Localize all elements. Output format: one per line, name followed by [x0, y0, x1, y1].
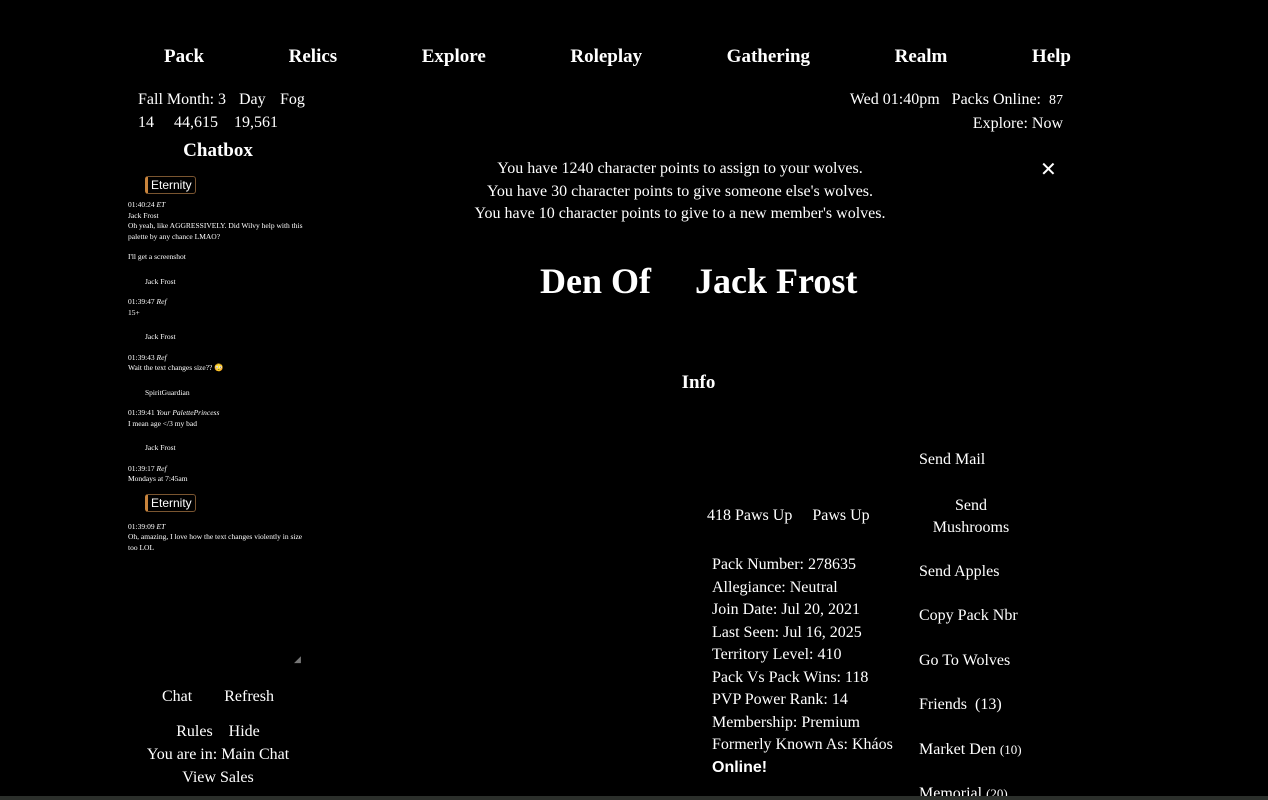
info-heading: Info — [681, 372, 716, 393]
bottom-scroll-edge — [0, 796, 1268, 800]
day-value: 14 — [138, 114, 154, 131]
copy-pack-number-button[interactable]: Copy Pack Nbr — [919, 607, 1018, 625]
count-a: 44,615 — [174, 114, 218, 131]
den-title: Den Of Jack Frost — [540, 260, 857, 302]
chat-button[interactable]: Chat — [148, 688, 206, 705]
chat-author[interactable]: Jack Frost — [145, 277, 303, 288]
page: Pack Relics Explore Roleplay Gathering R… — [0, 0, 1268, 800]
packs-online-label: Packs Online: — [951, 91, 1041, 108]
nav-realm[interactable]: Realm — [861, 46, 982, 68]
formerly-known-as: Formerly Known As: Kháos — [712, 736, 893, 753]
friends-button[interactable]: Friends (13) — [919, 696, 1002, 714]
send-mail-button[interactable]: Send Mail — [919, 451, 985, 469]
rules-button[interactable]: Rules — [170, 723, 218, 740]
join-date: Join Date: Jul 20, 2021 — [712, 601, 860, 618]
chat-message: 01:39:17 Ref Mondays at 7:45am — [128, 463, 188, 484]
den-prefix: Den Of — [540, 261, 651, 301]
nav-explore[interactable]: Explore — [388, 46, 520, 68]
packs-online-value: 87 — [1049, 93, 1063, 108]
nav-help[interactable]: Help — [998, 46, 1105, 68]
chat-message: 01:40:24 ET Jack Frost Oh yeah, like AGG… — [128, 200, 303, 261]
pack-number: Pack Number: 278635 — [712, 556, 856, 573]
last-seen: Last Seen: Jul 16, 2025 — [712, 623, 862, 641]
chat-location: You are in: Main Chat — [146, 746, 290, 763]
chat-controls-2: Rules Hide — [128, 723, 308, 741]
user-tag[interactable]: Eternity — [145, 493, 196, 512]
hide-button[interactable]: Hide — [223, 723, 266, 740]
chat-message: 01:39:47 Ref 15+ — [128, 297, 167, 317]
nav-pack[interactable]: Pack — [130, 46, 238, 68]
explore-status[interactable]: Explore: Now — [850, 112, 1063, 135]
chat-message: 01:39:43 Ref Wait the text changes size?… — [128, 352, 224, 373]
paws-up-button[interactable]: Paws Up — [812, 507, 869, 524]
online-status: Online! — [712, 758, 768, 776]
chat-controls: Chat Refresh — [128, 688, 308, 706]
pvp-wins: Pack Vs Pack Wins: 118 — [712, 668, 869, 686]
allegiance: Allegiance: Neutral — [712, 578, 838, 596]
chat-log[interactable]: Eternity 01:40:24 ET Jack Frost Oh yeah,… — [128, 176, 303, 553]
pack-details: Pack Number: 278635 Allegiance: Neutral … — [712, 554, 893, 779]
send-mushrooms-button[interactable]: Send Mushrooms — [931, 495, 1011, 539]
membership: Membership: Premium — [712, 713, 860, 731]
day-label: Day — [239, 91, 266, 108]
chat-author[interactable]: Jack Frost — [145, 332, 303, 343]
chat-message: 01:39:41 Your PalettePrincess I mean age… — [128, 408, 220, 428]
pvp-rank: PVP Power Rank: 14 — [712, 691, 848, 708]
notice: You have 1240 character points to assign… — [497, 160, 863, 177]
month: Month: 3 — [166, 91, 227, 108]
send-apples-button[interactable]: Send Apples — [919, 563, 999, 581]
nav-relics[interactable]: Relics — [255, 46, 372, 68]
season: Fall — [138, 91, 163, 108]
server-time: Wed 01:40pm — [849, 91, 940, 108]
points-notices: You have 1240 character points to assign… — [430, 158, 930, 226]
view-sales-link[interactable]: View Sales — [128, 769, 308, 787]
chat-message: 01:39:09 ET Oh, amazing, I love how the … — [128, 521, 303, 552]
resize-grip-icon[interactable]: ◢ — [294, 655, 301, 664]
paws-row: 418 Paws Up Paws Up — [707, 507, 870, 525]
notice: You have 30 character points to give som… — [486, 182, 874, 200]
main-nav: Pack Relics Explore Roleplay Gathering R… — [130, 46, 1105, 68]
paws-count: 418 Paws Up — [707, 507, 793, 524]
time-stats: Wed 01:40pm Packs Online: 87 Explore: No… — [850, 88, 1063, 135]
notice: You have 10 character points to give to … — [474, 205, 886, 222]
market-den-button[interactable]: Market Den (10) — [919, 741, 1022, 759]
chat-author[interactable]: Jack Frost — [145, 443, 303, 454]
close-icon[interactable]: ✕ — [1040, 157, 1057, 181]
count-b: 19,561 — [234, 114, 278, 131]
chatbox-title: Chatbox — [183, 140, 253, 161]
season-month: Fall Month: 3 — [138, 88, 239, 111]
refresh-button[interactable]: Refresh — [210, 688, 288, 705]
nav-roleplay[interactable]: Roleplay — [536, 46, 676, 68]
den-owner: Jack Frost — [695, 261, 858, 301]
weather: Fog — [280, 91, 305, 108]
world-stats: Fall Month: 3 Day Fog 14 44,615 19,561 — [138, 88, 305, 134]
chat-author[interactable]: SpiritGuardian — [145, 388, 303, 399]
go-to-wolves-button[interactable]: Go To Wolves — [919, 652, 1010, 670]
user-tag[interactable]: Eternity — [145, 176, 196, 194]
territory-level: Territory Level: 410 — [712, 646, 842, 663]
nav-gathering[interactable]: Gathering — [693, 46, 844, 68]
